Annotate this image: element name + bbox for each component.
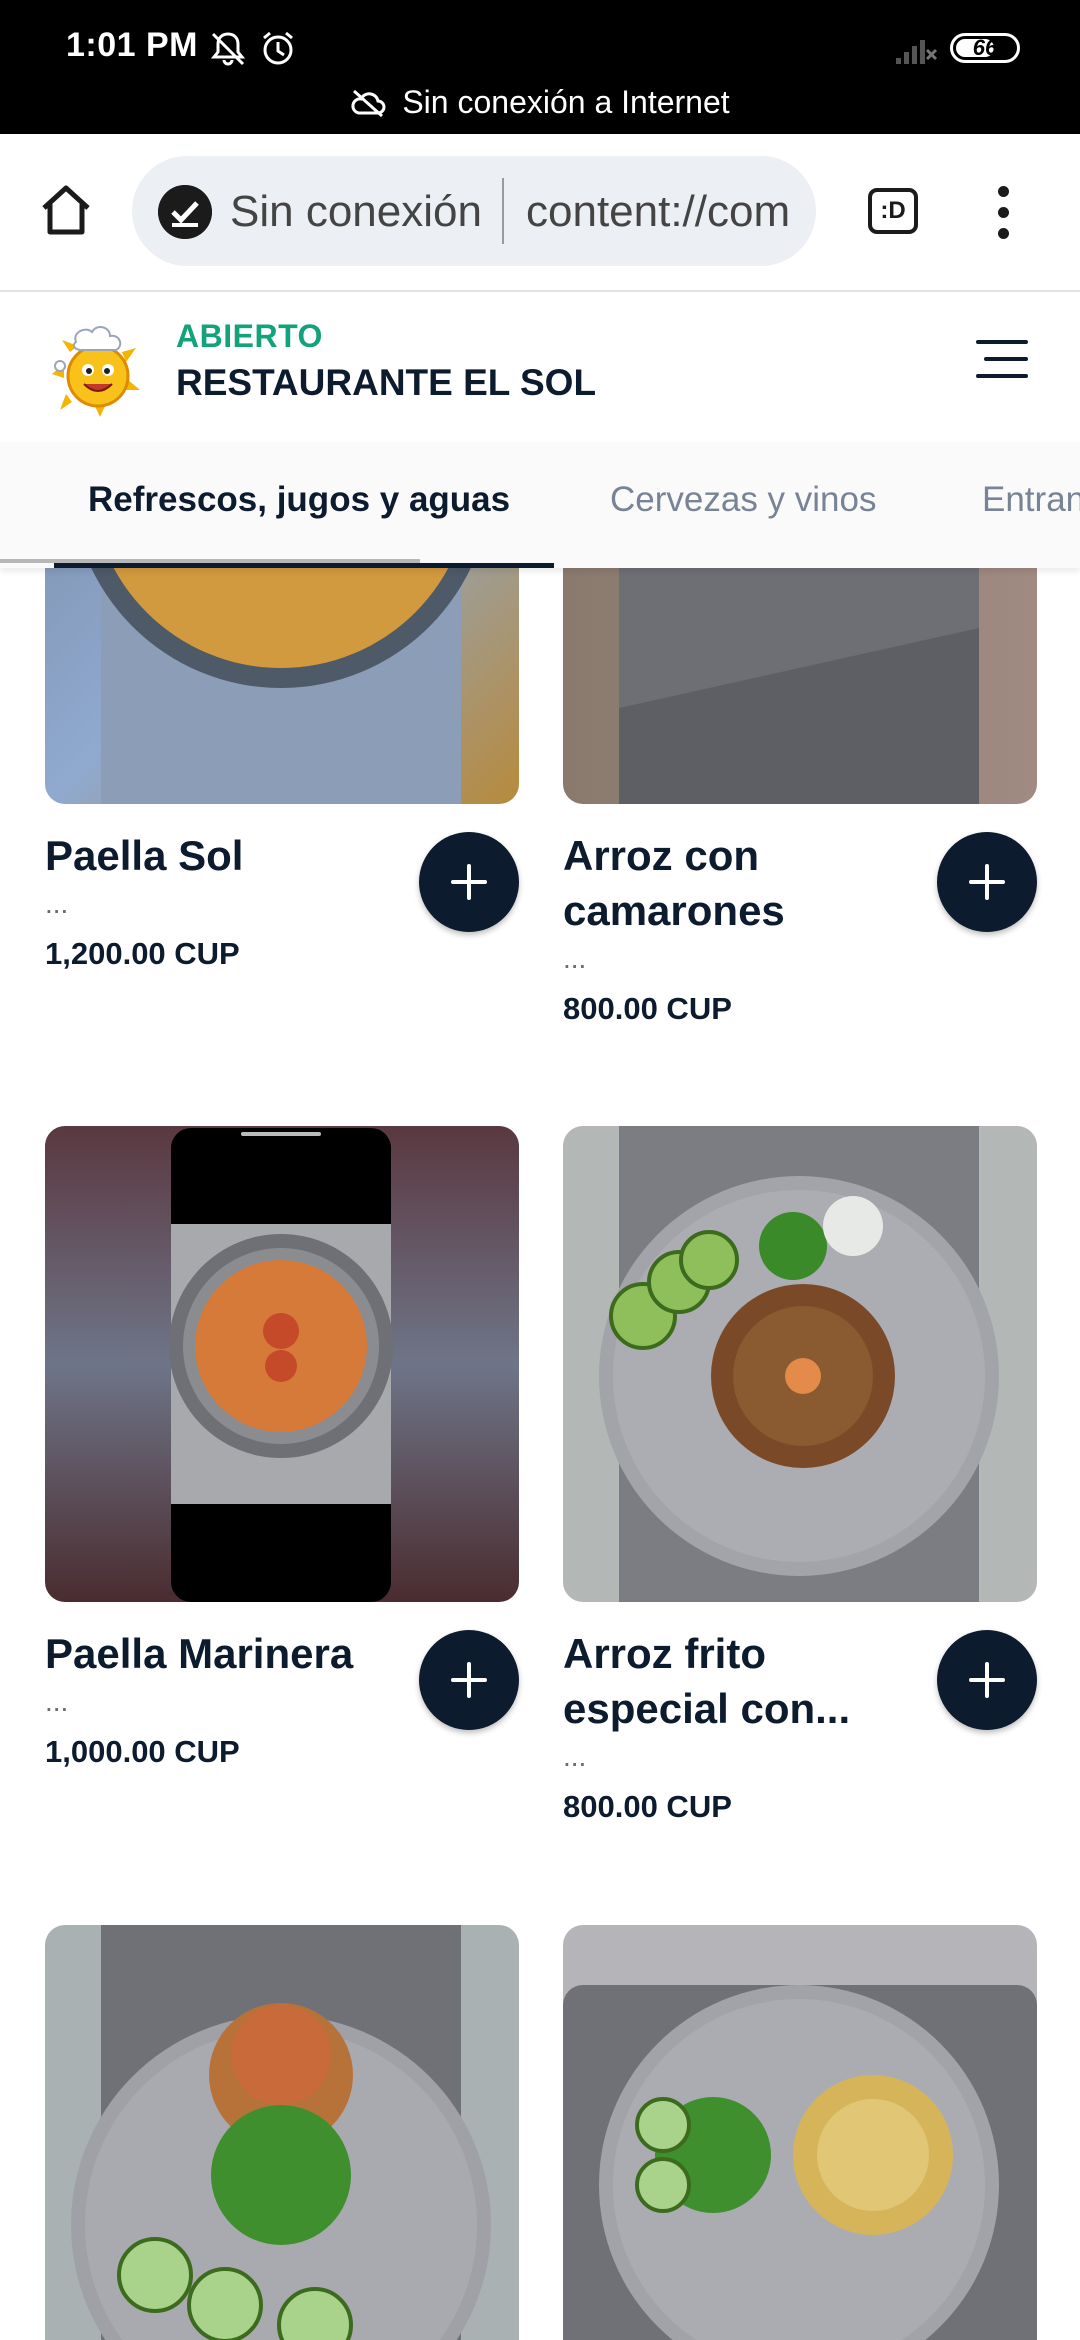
product-description: ... <box>45 888 69 919</box>
product-image[interactable] <box>563 1925 1037 2340</box>
product-price: 1,200.00 CUP <box>45 936 240 971</box>
product-description: ... <box>563 943 587 974</box>
more-vert-icon[interactable] <box>990 186 1016 246</box>
site-header: ABIERTO RESTAURANTE EL SOL <box>0 292 1080 440</box>
tab-cervezas[interactable]: Cervezas y vinos <box>610 480 876 520</box>
offline-notice: Sin conexión a Internet <box>0 84 1080 128</box>
product-name[interactable]: Arroz frito especial con... <box>563 1626 923 1736</box>
product-image[interactable] <box>45 568 519 804</box>
status-bar: 1:01 PM 66 Sin conexión a Internet <box>0 0 1080 134</box>
tab-refrescos[interactable]: Refrescos, jugos y aguas <box>88 480 510 520</box>
cloud-off-icon <box>351 89 386 117</box>
status-time: 1:01 PM <box>66 26 198 64</box>
restaurant-name: RESTAURANTE EL SOL <box>176 362 597 403</box>
browser-toolbar: Sin conexión content://com :D <box>0 134 1080 292</box>
product-image[interactable] <box>563 1126 1037 1602</box>
product-price: 800.00 CUP <box>563 1789 732 1824</box>
product-price: 800.00 CUP <box>563 991 732 1026</box>
add-to-cart-button[interactable] <box>937 832 1037 932</box>
product-name[interactable]: Paella Sol <box>45 828 405 883</box>
offline-notice-text: Sin conexión a Internet <box>402 84 730 120</box>
battery-icon: 66 <box>950 33 1020 63</box>
product-name[interactable]: Arroz con camarones <box>563 828 923 938</box>
bell-off-icon <box>210 32 246 66</box>
category-tabs: Refrescos, jugos y aguas Cervezas y vino… <box>0 442 1080 568</box>
product-image[interactable] <box>563 568 1037 804</box>
sun-chef-logo[interactable] <box>50 318 146 418</box>
menu-icon[interactable] <box>976 340 1028 380</box>
connection-status: Sin conexión <box>230 187 482 236</box>
product-description: ... <box>45 1686 69 1717</box>
product-grid: Paella Sol ... 1,200.00 CUP Arroz con ca… <box>0 568 1080 2340</box>
add-to-cart-button[interactable] <box>419 832 519 932</box>
alarm-icon <box>263 31 293 65</box>
product-price: 1,000.00 CUP <box>45 1734 240 1769</box>
plus-icon <box>969 1662 1005 1698</box>
add-to-cart-button[interactable] <box>937 1630 1037 1730</box>
tab-entrantes[interactable]: Entrantes <box>982 480 1080 520</box>
plus-icon <box>969 864 1005 900</box>
offline-check-icon[interactable] <box>158 185 212 239</box>
tab-switcher-icon[interactable]: :D <box>868 188 918 234</box>
signal-off-icon <box>896 40 938 64</box>
plus-icon <box>451 1662 487 1698</box>
product-name[interactable]: Paella Marinera <box>45 1626 405 1681</box>
address-divider <box>502 178 504 244</box>
product-image[interactable] <box>45 1925 519 2340</box>
active-tab-indicator <box>54 563 554 568</box>
add-to-cart-button[interactable] <box>419 1630 519 1730</box>
url-text[interactable]: content://com <box>526 187 790 237</box>
battery-level: 66 <box>972 35 998 60</box>
product-image[interactable] <box>45 1126 519 1602</box>
product-description: ... <box>563 1741 587 1772</box>
open-status-label: ABIERTO <box>176 318 323 354</box>
home-icon[interactable] <box>36 180 96 240</box>
plus-icon <box>451 864 487 900</box>
address-bar[interactable]: Sin conexión content://com <box>132 156 816 266</box>
